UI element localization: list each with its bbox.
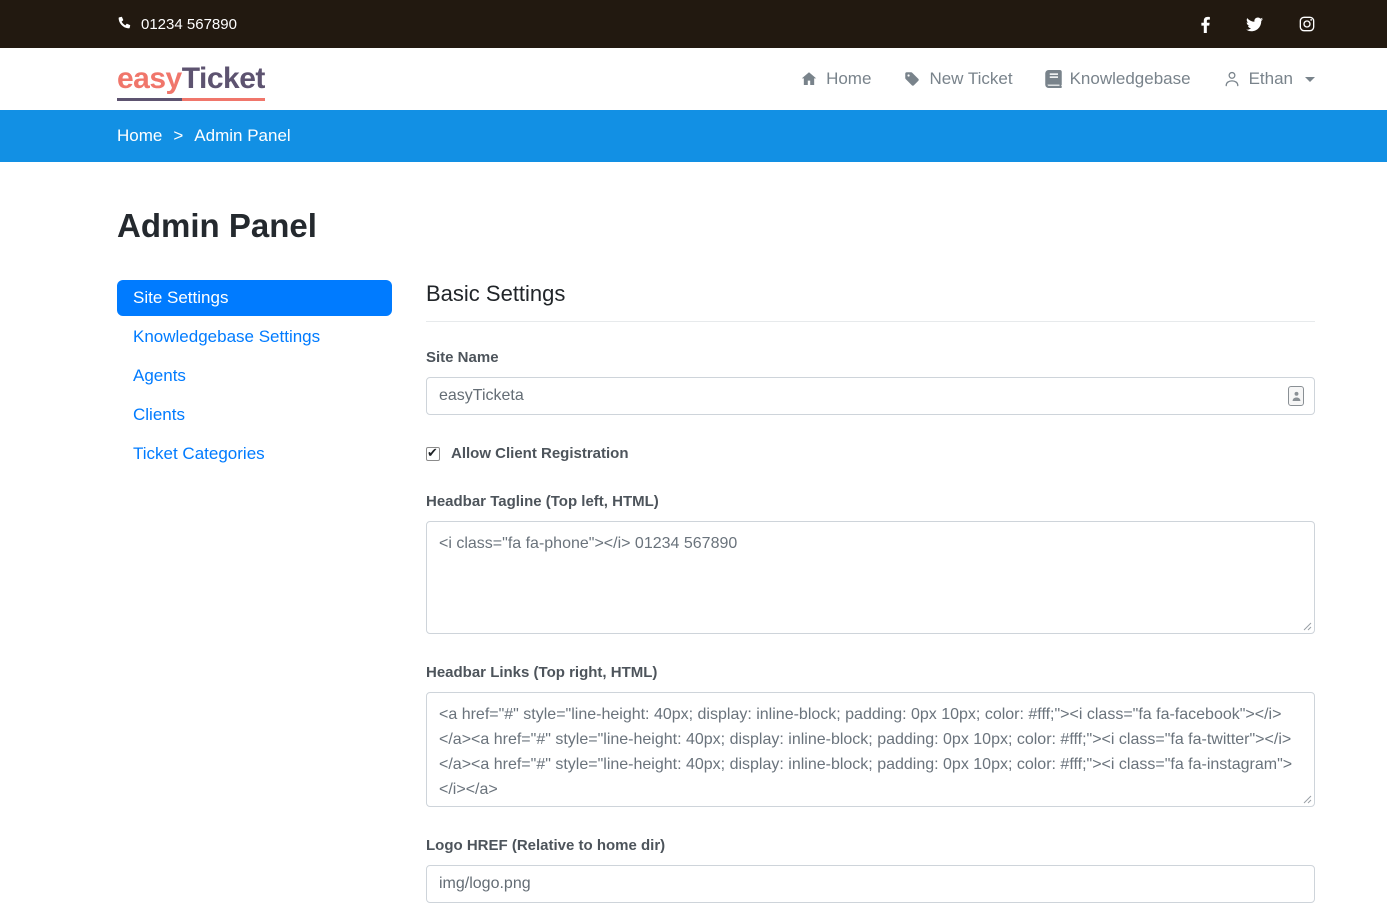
breadcrumb-separator: > [173, 126, 184, 145]
breadcrumb: Home > Admin Panel [117, 110, 1315, 162]
logo-href-label: Logo HREF (Relative to home dir) [426, 837, 666, 854]
nav-knowledgebase[interactable]: Knowledgebase [1044, 69, 1191, 89]
headbar-links-label: Headbar Links (Top right, HTML) [426, 664, 658, 681]
headbar-tagline-label: Headbar Tagline (Top left, HTML) [426, 493, 659, 510]
autofill-contact-icon[interactable] [1288, 386, 1304, 406]
basic-settings-panel: Basic Settings Site Name Allow Client Re… [426, 280, 1315, 903]
chevron-down-icon [1305, 76, 1315, 82]
sidebar-item-clients[interactable]: Clients [117, 397, 392, 433]
breadcrumb-current: Admin Panel [194, 126, 291, 145]
ticket-icon [903, 70, 921, 88]
navbar: easyTicket Home New Ticket Knowledgebase [0, 48, 1387, 110]
breadcrumb-home-link[interactable]: Home [117, 126, 162, 146]
settings-sidebar: Site Settings Knowledgebase Settings Age… [117, 280, 392, 475]
page-title: Admin Panel [117, 207, 317, 244]
book-icon [1044, 70, 1062, 88]
nav-user-menu[interactable]: Ethan [1223, 69, 1315, 89]
nav-new-ticket[interactable]: New Ticket [903, 69, 1013, 89]
facebook-icon[interactable] [1201, 16, 1210, 33]
sidebar-item-agents[interactable]: Agents [117, 358, 392, 394]
nav-home-label: Home [826, 69, 872, 88]
topbar-phone-number: 01234 567890 [141, 15, 237, 33]
nav-knowledgebase-label: Knowledgebase [1069, 69, 1191, 88]
site-logo[interactable]: easyTicket [117, 62, 265, 101]
logo-text-easy: easy [117, 62, 182, 101]
logo-text-ticket: Ticket [181, 62, 265, 101]
breadcrumb-bar: Home > Admin Panel [0, 110, 1387, 162]
section-title: Basic Settings [426, 281, 566, 306]
twitter-icon[interactable] [1246, 17, 1263, 32]
nav-user-label: Ethan [1248, 69, 1293, 88]
site-name-input[interactable] [426, 377, 1315, 415]
nav-home[interactable]: Home [800, 69, 871, 89]
phone-icon [117, 15, 132, 34]
sidebar-item-site-settings[interactable]: Site Settings [117, 280, 392, 316]
nav-new-ticket-label: New Ticket [929, 69, 1013, 88]
topbar-social-links [1201, 16, 1315, 33]
user-icon [1223, 70, 1241, 88]
main-nav: Home New Ticket Knowledgebase Ethan [800, 69, 1315, 89]
sidebar-item-knowledgebase-settings[interactable]: Knowledgebase Settings [117, 319, 392, 355]
allow-client-registration-checkbox[interactable] [426, 445, 440, 461]
site-name-label: Site Name [426, 349, 499, 366]
headbar-links-textarea[interactable]: <a href="#" style="line-height: 40px; di… [426, 692, 1315, 807]
instagram-icon[interactable] [1299, 16, 1315, 32]
allow-client-registration-label[interactable]: Allow Client Registration [451, 445, 629, 462]
headbar-tagline-textarea[interactable]: <i class="fa fa-phone"></i> 01234 567890 [426, 521, 1315, 634]
home-icon [800, 70, 818, 88]
section-divider [426, 321, 1315, 322]
topbar: 01234 567890 [0, 0, 1387, 48]
logo-href-input[interactable] [426, 865, 1315, 903]
sidebar-item-ticket-categories[interactable]: Ticket Categories [117, 436, 392, 472]
topbar-phone: 01234 567890 [117, 15, 237, 34]
